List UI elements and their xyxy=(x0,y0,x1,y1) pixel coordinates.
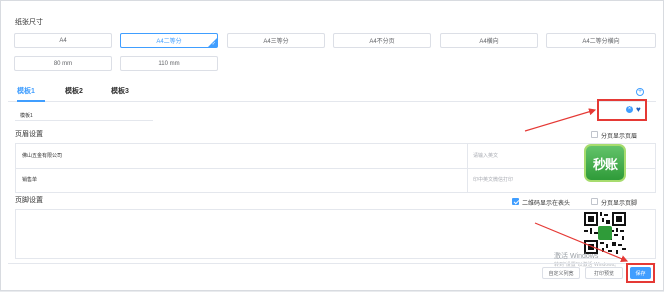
header-fields-box xyxy=(15,143,656,193)
template-name-value: 模板1 xyxy=(20,113,33,119)
save-button[interactable]: 保存 xyxy=(630,267,651,279)
option-label: A4二等分 xyxy=(156,39,182,45)
option-label: 110 mm xyxy=(158,60,180,67)
option-label: A4不分页 xyxy=(369,39,395,45)
footer-settings-title: 页脚设置 xyxy=(15,197,43,204)
template-tabs: 模板1 模板2 模板3 xyxy=(8,84,656,102)
footer-paging-label: 分页显示页脚 xyxy=(601,201,638,207)
watermark-title: 激活 Windows xyxy=(554,253,599,260)
add-circle-icon[interactable]: + xyxy=(636,88,644,96)
print-preview-button[interactable]: 打印预览 xyxy=(585,267,623,279)
paper-option-80mm[interactable]: 80 mm xyxy=(14,56,112,71)
paper-option-110mm[interactable]: 110 mm xyxy=(120,56,218,71)
divider xyxy=(16,168,655,169)
paper-option-a4-nopage[interactable]: A4不分页 xyxy=(333,33,431,48)
paper-option-a4-third[interactable]: A4三等分 xyxy=(227,33,325,48)
tab-template-3[interactable]: 模板3 xyxy=(111,86,129,96)
app-logo: 秒账 xyxy=(584,144,626,182)
footer-paging-checkbox[interactable] xyxy=(591,198,598,205)
paper-option-a4-landscape[interactable]: A4横向 xyxy=(440,33,538,48)
check-icon: ✓ xyxy=(211,41,216,47)
arrow-to-icons xyxy=(524,108,597,132)
option-label: A4三等分 xyxy=(263,39,289,45)
logo-text: 秒账 xyxy=(592,157,618,173)
document-english-input[interactable]: 印中英文微信打印 xyxy=(473,176,513,183)
qr-header-checkbox[interactable] xyxy=(512,198,519,205)
custom-columns-button[interactable]: 自定义列宽 xyxy=(542,267,580,279)
footer-divider xyxy=(8,263,656,264)
option-label: A4 xyxy=(59,37,67,44)
active-tab-indicator xyxy=(17,100,45,102)
option-label: 80 mm xyxy=(53,60,73,67)
tab-template-2[interactable]: 模板2 xyxy=(65,86,83,96)
paper-option-a4[interactable]: A4 xyxy=(14,33,112,48)
header-paging-checkbox[interactable] xyxy=(591,131,598,138)
paper-option-a4-half-landscape[interactable]: A4二等分横向 xyxy=(546,33,656,48)
document-type-field[interactable]: 销售单 xyxy=(22,176,37,183)
header-paging-label: 分页显示页眉 xyxy=(601,134,638,140)
windows-activation-watermark: 激活 Windows 转到"设置"以激活 Windows。 xyxy=(554,251,619,268)
company-name-field[interactable]: 佛山五金有限公司 xyxy=(22,152,62,159)
company-english-input[interactable]: 请输入英文 xyxy=(473,152,498,159)
paper-option-a4-half[interactable]: A4二等分 ✓ xyxy=(120,33,218,48)
paper-size-title: 纸张尺寸 xyxy=(15,19,43,26)
close-circle-icon[interactable]: × xyxy=(626,106,633,113)
divider xyxy=(467,144,468,193)
heart-icon[interactable]: ♥ xyxy=(636,105,641,114)
template-name-input[interactable]: 模板1 xyxy=(15,110,153,121)
option-label: A4横向 xyxy=(479,39,499,45)
tab-template-1[interactable]: 模板1 xyxy=(17,86,35,96)
print-template-settings-page: 纸张尺寸 A4 A4二等分 ✓ A4三等分 A4不分页 A4横向 A4二等分横向 … xyxy=(0,0,664,291)
header-settings-title: 页眉设置 xyxy=(15,131,43,138)
option-label: A4二等分横向 xyxy=(582,39,620,45)
qr-header-label: 二维码显示在表头 xyxy=(522,201,571,207)
qr-code xyxy=(584,212,626,254)
